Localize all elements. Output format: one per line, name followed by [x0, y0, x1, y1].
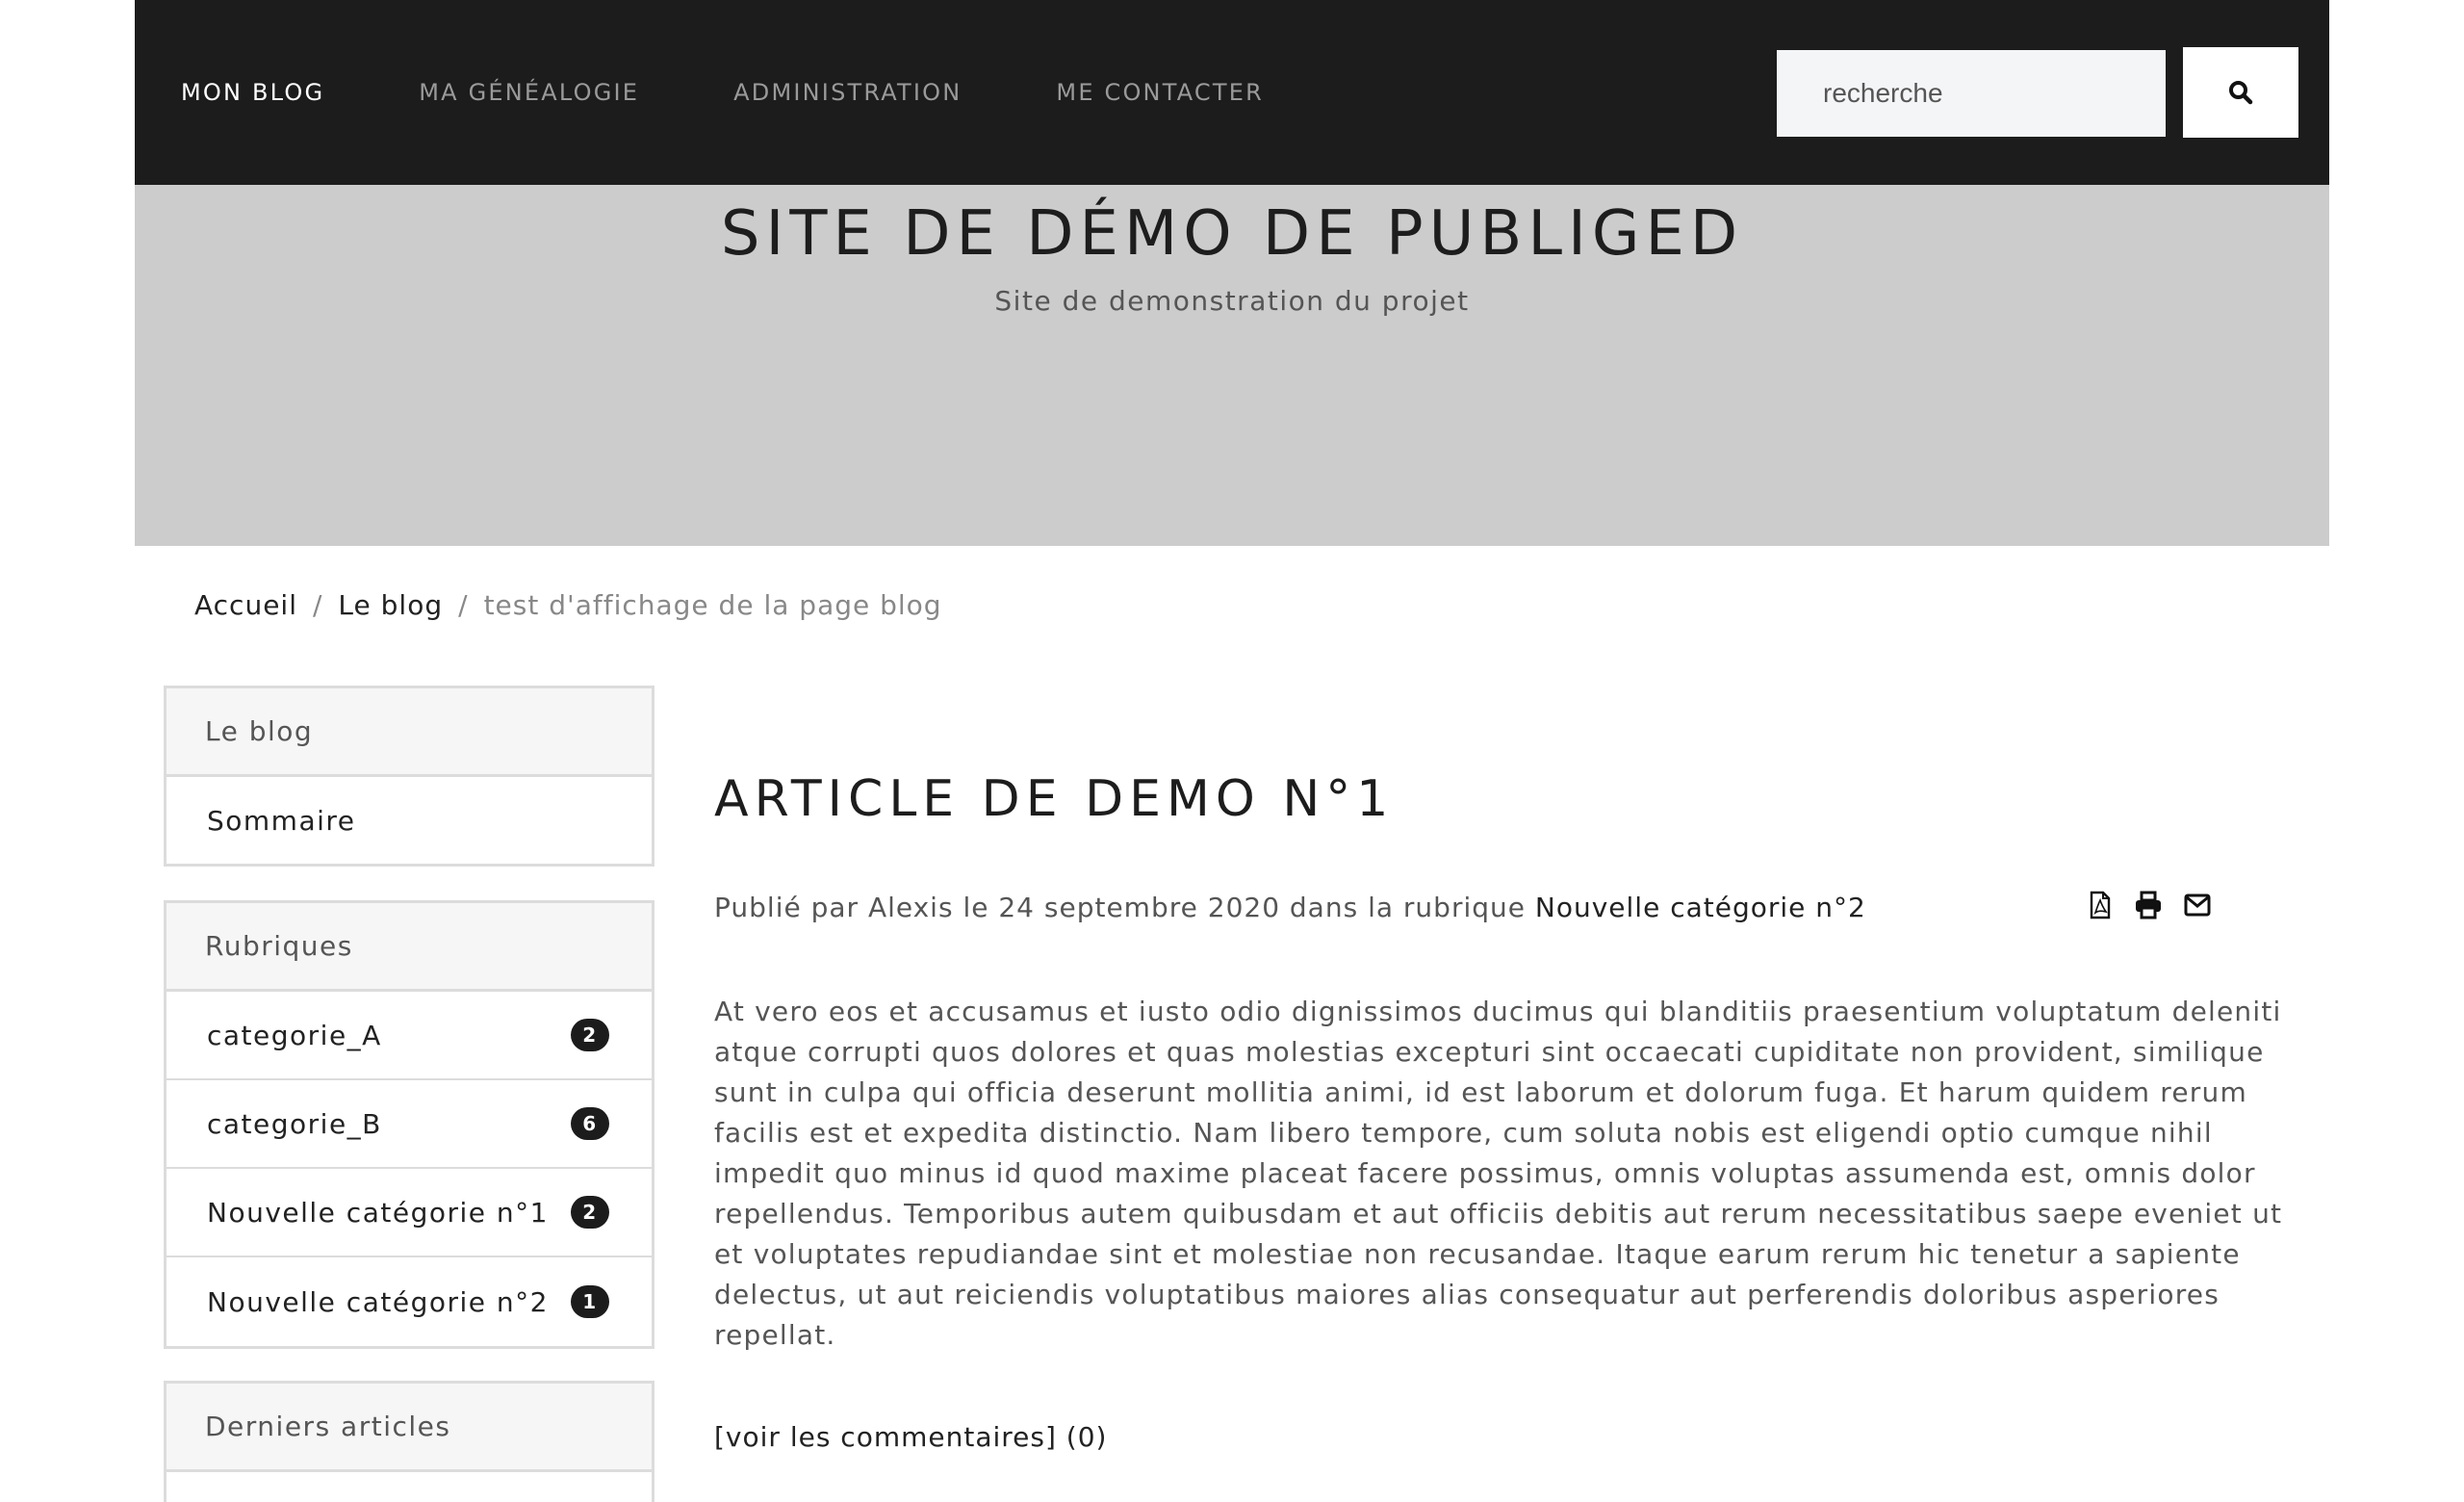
- hero-banner: SITE DE DÉMO DE PUBLIGED Site de demonst…: [135, 185, 2329, 546]
- article-meta-text: Publié par Alexis le 24 septembre 2020 d…: [714, 892, 1535, 923]
- comments-link[interactable]: [voir les commentaires] (0): [714, 1421, 1107, 1453]
- count-badge: 6: [571, 1107, 609, 1140]
- sidebar-item-sommaire[interactable]: Sommaire: [167, 777, 652, 864]
- sidebar-panel-derniers-articles: Derniers articles: [164, 1381, 654, 1502]
- panel-header-blog: Le blog: [167, 688, 652, 777]
- sidebar-item-categorie-b[interactable]: categorie_B 6: [167, 1080, 652, 1169]
- page: MON BLOG MA GÉNÉALOGIE ADMINISTRATION ME…: [0, 0, 2464, 1502]
- search-icon: [2229, 81, 2253, 105]
- breadcrumb-separator: /: [312, 589, 323, 621]
- sidebar-item-label: Sommaire: [207, 804, 356, 837]
- search-button[interactable]: [2183, 47, 2298, 138]
- nav-item-ma-genealogie[interactable]: MA GÉNÉALOGIE: [419, 79, 639, 106]
- panel-header-rubriques: Rubriques: [167, 903, 652, 992]
- print-button[interactable]: [2133, 890, 2164, 920]
- sidebar-item-label: Nouvelle catégorie n°1: [207, 1196, 549, 1229]
- breadcrumb-home[interactable]: Accueil: [194, 589, 297, 621]
- sidebar-item-label: categorie_A: [207, 1019, 382, 1051]
- breadcrumb-blog[interactable]: Le blog: [338, 589, 443, 621]
- sidebar-item-categorie-a[interactable]: categorie_A 2: [167, 992, 652, 1080]
- nav-item-me-contacter[interactable]: ME CONTACTER: [1056, 79, 1264, 106]
- count-badge: 1: [571, 1285, 609, 1318]
- sidebar-item-label: categorie_B: [207, 1107, 382, 1140]
- sidebar-item-nouvelle-categorie-2[interactable]: Nouvelle catégorie n°2 1: [167, 1257, 652, 1346]
- pdf-icon: [2090, 891, 2111, 919]
- count-badge: 2: [571, 1019, 609, 1051]
- breadcrumb: Accueil / Le blog / test d'affichage de …: [194, 589, 942, 621]
- breadcrumb-separator: /: [458, 589, 469, 621]
- sidebar-item-nouvelle-categorie-1[interactable]: Nouvelle catégorie n°1 2: [167, 1169, 652, 1257]
- breadcrumb-current: test d'affichage de la page blog: [483, 589, 942, 621]
- panel-header-derniers-articles: Derniers articles: [167, 1384, 652, 1472]
- nav-item-administration[interactable]: ADMINISTRATION: [733, 79, 962, 106]
- sidebar-panel-blog: Le blog Sommaire: [164, 686, 654, 867]
- search-input[interactable]: [1777, 50, 2166, 137]
- site-subtitle: Site de demonstration du projet: [994, 285, 1470, 317]
- count-badge: 2: [571, 1196, 609, 1229]
- article-category-link[interactable]: Nouvelle catégorie n°2: [1535, 892, 1866, 923]
- print-icon: [2136, 891, 2161, 919]
- site-title: SITE DE DÉMO DE PUBLIGED: [720, 198, 1744, 270]
- email-icon: [2184, 893, 2211, 917]
- sidebar-item-label: Nouvelle catégorie n°2: [207, 1285, 549, 1318]
- article-body: At vero eos et accusamus et iusto odio d…: [714, 996, 2283, 1351]
- article-actions: [2087, 890, 2212, 920]
- sidebar-panel-rubriques: Rubriques categorie_A 2 categorie_B 6 No…: [164, 900, 654, 1349]
- pdf-button[interactable]: [2087, 890, 2114, 920]
- nav-menu: MON BLOG MA GÉNÉALOGIE ADMINISTRATION ME…: [181, 0, 1358, 185]
- top-navbar: MON BLOG MA GÉNÉALOGIE ADMINISTRATION ME…: [135, 0, 2329, 185]
- article-meta: Publié par Alexis le 24 septembre 2020 d…: [714, 892, 1866, 923]
- nav-item-mon-blog[interactable]: MON BLOG: [181, 79, 324, 106]
- article-title: ARTICLE DE DEMO N°1: [714, 770, 1395, 828]
- email-button[interactable]: [2183, 890, 2212, 920]
